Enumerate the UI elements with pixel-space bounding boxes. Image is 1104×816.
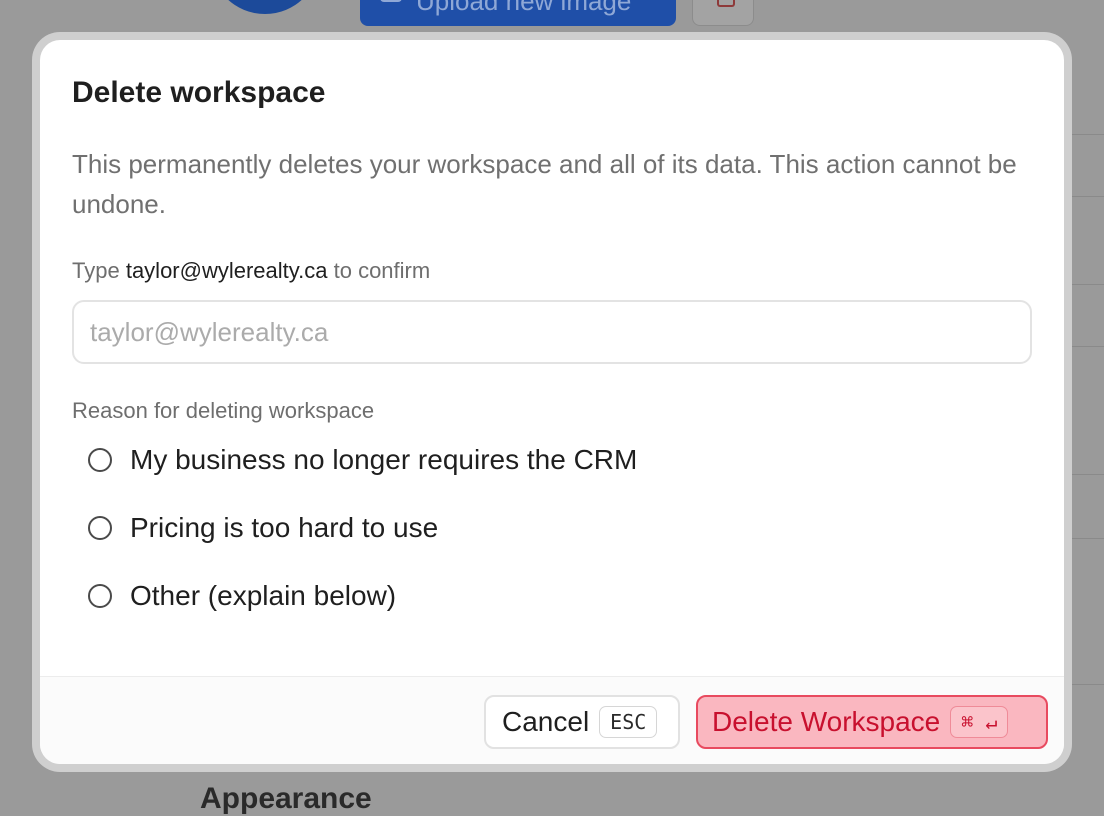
radio-button[interactable] (88, 516, 112, 540)
delete-workspace-dialog: Delete workspace This permanently delete… (40, 40, 1064, 764)
reason-option-label: My business no longer requires the CRM (130, 444, 638, 475)
confirm-label: Type taylor@wylerealty.ca to confirm (72, 258, 430, 284)
delete-button-label: Delete Workspace (712, 706, 941, 737)
remove-image-button (692, 0, 754, 26)
reason-option[interactable]: My business no longer requires the CRM (88, 440, 637, 480)
divider (1070, 134, 1104, 135)
cancel-button[interactable]: Cancel ESC (484, 695, 680, 749)
reason-option-label: Other (explain below) (130, 580, 397, 611)
reason-option-label: Pricing is too hard to use (130, 512, 439, 543)
reason-option[interactable]: Other (explain below) (88, 576, 396, 616)
divider (1070, 284, 1104, 285)
cancel-button-label: Cancel (502, 706, 590, 737)
divider (1070, 474, 1104, 475)
command-enter-shortcut-badge: ⌘ ↵ (950, 706, 1009, 738)
divider (1070, 538, 1104, 539)
avatar (210, 0, 320, 14)
confirm-email: taylor@wylerealty.ca (125, 258, 328, 283)
upload-image-button: Upload new image (360, 0, 676, 26)
dialog-footer: Cancel ESC Delete Workspace ⌘ ↵ (40, 676, 1064, 764)
reason-label: Reason for deleting workspace (72, 398, 375, 423)
dialog-description: This permanently deletes your workspace … (72, 149, 1017, 219)
delete-workspace-button[interactable]: Delete Workspace ⌘ ↵ (696, 695, 1048, 749)
esc-shortcut-badge: ESC (599, 706, 658, 738)
radio-button[interactable] (88, 584, 112, 608)
confirm-email-input[interactable] (72, 300, 1032, 364)
radio-button[interactable] (88, 448, 112, 472)
upload-image-label: Upload new image (416, 0, 632, 16)
divider (1070, 684, 1104, 685)
confirm-prefix: Type (72, 258, 120, 283)
confirm-suffix: to confirm (333, 258, 431, 283)
divider (1070, 196, 1104, 197)
image-icon (380, 0, 402, 2)
divider (1070, 346, 1104, 347)
reason-option[interactable]: Pricing is too hard to use (88, 508, 438, 548)
trash-icon (717, 0, 735, 7)
section-heading: Appearance (200, 782, 372, 815)
dialog-title: Delete workspace (72, 76, 326, 109)
